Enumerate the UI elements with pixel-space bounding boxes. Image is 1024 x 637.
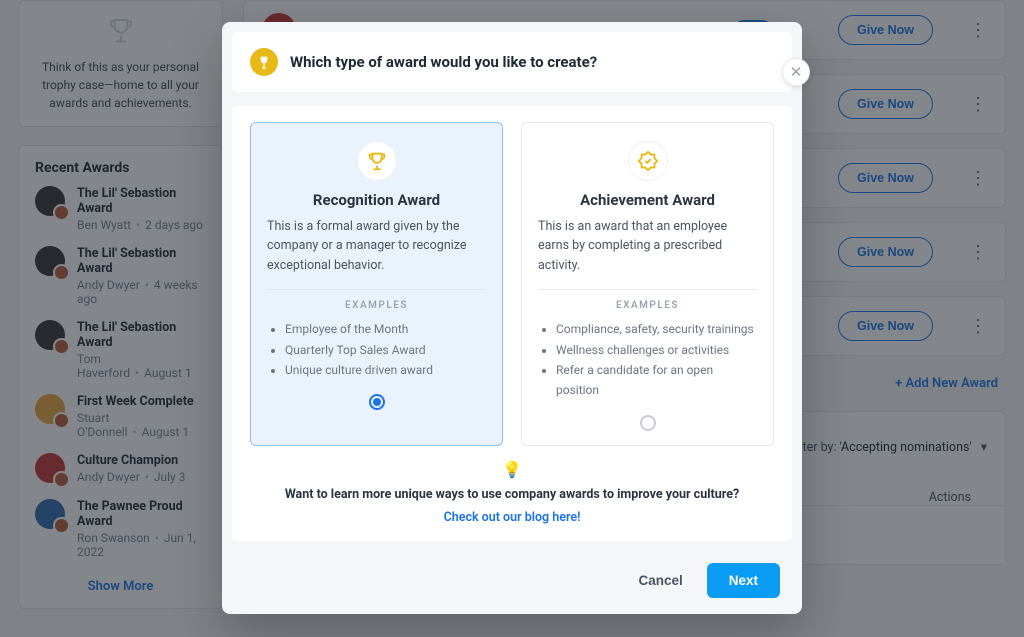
choice-title: Achievement Award — [538, 191, 757, 209]
lightbulb-icon: 💡 — [250, 460, 774, 479]
tip-section: 💡 Want to learn more unique ways to use … — [250, 460, 774, 525]
modal-footer: Cancel Next — [232, 555, 792, 604]
choice-achievement-award[interactable]: Achievement Award This is an award that … — [521, 122, 774, 446]
cancel-button[interactable]: Cancel — [632, 565, 688, 596]
examples-label: EXAMPLES — [538, 300, 757, 311]
trophy-icon — [357, 141, 397, 181]
close-icon[interactable]: ✕ — [782, 58, 810, 86]
modal-header: Which type of award would you like to cr… — [232, 32, 792, 92]
choice-recognition-award[interactable]: Recognition Award This is a formal award… — [250, 122, 503, 446]
trophy-icon — [250, 48, 278, 76]
badge-check-icon — [628, 141, 668, 181]
modal-title: Which type of award would you like to cr… — [290, 53, 597, 71]
choice-description: This is an award that an employee earns … — [538, 217, 757, 275]
choice-description: This is a formal award given by the comp… — [267, 217, 486, 275]
examples-list: Compliance, safety, security trainings W… — [538, 319, 757, 401]
blog-link[interactable]: Check out our blog here! — [250, 510, 774, 525]
examples-label: EXAMPLES — [267, 300, 486, 311]
radio-selected-icon[interactable] — [369, 394, 385, 410]
radio-unselected-icon[interactable] — [640, 415, 656, 431]
modal-body: Recognition Award This is a formal award… — [232, 106, 792, 541]
tip-text: Want to learn more unique ways to use co… — [285, 487, 739, 502]
examples-list: Employee of the Month Quarterly Top Sale… — [267, 319, 486, 380]
next-button[interactable]: Next — [707, 563, 780, 598]
choice-title: Recognition Award — [267, 191, 486, 209]
create-award-modal: ✕ Which type of award would you like to … — [222, 22, 802, 614]
